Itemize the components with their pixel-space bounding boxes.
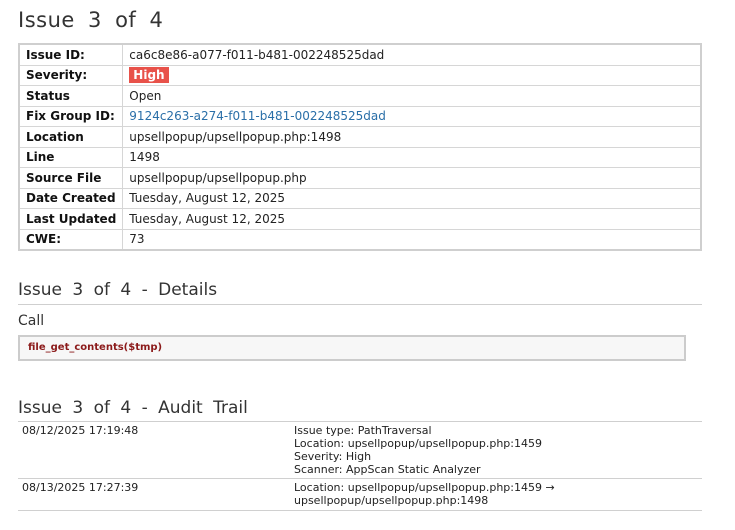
property-value-cell: 1498	[122, 146, 702, 168]
audit-timestamp: 08/13/2025 17:27:39	[22, 481, 139, 494]
property-value-cell: 9124c263-a274-f011-b481-002248525dad	[122, 105, 702, 127]
audit-entry: 08/13/2025 17:27:39 Location: upsellpopu…	[18, 478, 702, 510]
property-row: CWE: 73	[18, 228, 702, 251]
current-issue: 3	[88, 8, 102, 32]
details-divider	[18, 304, 702, 305]
property-key: Line	[18, 146, 124, 168]
of-word: of	[115, 8, 137, 32]
audit-line: Scanner: AppScan Static Analyzer	[294, 463, 481, 476]
property-key: Issue ID:	[18, 43, 124, 66]
property-row: Severity: High	[18, 64, 702, 86]
property-row: Source File upsellpopup/upsellpopup.php	[18, 167, 702, 189]
property-value-cell: 73	[122, 228, 702, 251]
audit-line: upsellpopup/upsellpopup.php:1498	[294, 494, 489, 507]
audit-line: Location: upsellpopup/upsellpopup.php:14…	[294, 481, 555, 494]
issue-properties-table: Issue ID: ca6c8e86-a077-f011-b481-0022485…	[18, 43, 702, 251]
property-value: Tuesday, August 12, 2025	[129, 211, 285, 226]
property-row: Fix Group ID: 9124c263-a274-f011-b481-002…	[18, 105, 702, 127]
audit-timestamp: 08/12/2025 17:19:48	[22, 424, 139, 437]
property-value: 1498	[129, 150, 160, 165]
property-row: Issue ID: ca6c8e86-a077-f011-b481-0022485…	[18, 43, 702, 66]
property-key: Severity:	[18, 64, 124, 86]
audit-heading-text: Issue 3 of 4 - Audit Trail	[18, 398, 248, 418]
property-key: Location	[18, 126, 124, 148]
property-value: ca6c8e86-a077-f011-b481-002248525dad	[129, 47, 385, 62]
property-value-cell: Tuesday, August 12, 2025	[122, 187, 702, 209]
property-key: Source File	[18, 167, 124, 189]
details-heading: Issue 3 of 4 - Details	[18, 280, 217, 300]
property-value-cell: Tuesday, August 12, 2025	[122, 208, 702, 230]
fix-group-link[interactable]: 9124c263-a274-f011-b481-002248525dad	[129, 109, 386, 123]
call-label: Call	[18, 313, 45, 329]
page-title: Issue 3 of 4	[18, 8, 163, 32]
audit-line: Severity: High	[294, 450, 372, 463]
details-heading-text: Issue 3 of 4 - Details	[18, 280, 218, 300]
audit-message: Issue type: PathTraversal Location: upse…	[294, 424, 542, 476]
property-row: Date Created Tuesday, August 12, 2025	[18, 187, 702, 209]
audit-entry: 08/12/2025 17:19:48 Issue type: PathTrav…	[18, 421, 702, 478]
property-key: Status	[18, 85, 124, 107]
property-value: 73	[129, 232, 145, 247]
audit-message: Location: upsellpopup/upsellpopup.php:14…	[294, 481, 555, 507]
property-row: Location upsellpopup/upsellpopup.php:1498	[18, 126, 702, 148]
total-issues: 4	[149, 8, 164, 32]
property-row: Status Open	[18, 85, 702, 107]
call-code: file_get_contents($tmp)	[28, 342, 163, 353]
property-key: Fix Group ID:	[18, 105, 124, 127]
property-value: upsellpopup/upsellpopup.php:1498	[129, 129, 342, 144]
property-value-cell: ca6c8e86-a077-f011-b481-002248525dad	[122, 43, 702, 66]
audit-line: Issue type: PathTraversal	[294, 424, 432, 437]
property-key: Last Updated	[18, 208, 124, 230]
audit-line: Location: upsellpopup/upsellpopup.php:14…	[294, 437, 542, 450]
property-value-cell: upsellpopup/upsellpopup.php	[122, 167, 702, 189]
property-value-cell: upsellpopup/upsellpopup.php:1498	[122, 126, 702, 148]
property-row: Last Updated Tuesday, August 12, 2025	[18, 208, 702, 230]
property-value-cell: Open	[122, 85, 702, 107]
property-value: Tuesday, August 12, 2025	[129, 191, 285, 206]
audit-heading: Issue 3 of 4 - Audit Trail	[18, 398, 248, 418]
property-key: CWE:	[18, 228, 124, 251]
property-row: Line 1498	[18, 146, 702, 168]
property-value-cell: High	[122, 64, 702, 86]
audit-separator	[18, 510, 702, 511]
property-value: Open	[129, 88, 162, 103]
property-key: Date Created	[18, 187, 124, 209]
severity-badge: High	[129, 67, 169, 84]
property-value: upsellpopup/upsellpopup.php	[129, 170, 307, 185]
call-code-box: file_get_contents($tmp)	[18, 335, 686, 361]
title-word: Issue	[18, 8, 75, 32]
